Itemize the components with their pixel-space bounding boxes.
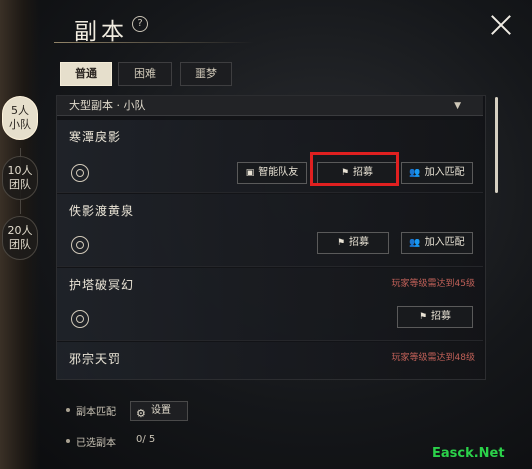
- settings-button[interactable]: ⚙ 设置: [130, 401, 188, 421]
- party-tab-5-type: 小队: [9, 118, 31, 131]
- party-tab-20-type: 团队: [9, 238, 31, 251]
- watermark: Easck.Net: [432, 446, 505, 461]
- bullet-icon: [66, 439, 70, 443]
- gear-icon: ⚙: [136, 407, 146, 420]
- party-tab-10-size: 10人: [7, 164, 33, 177]
- dungeon-badge-icon: [71, 164, 89, 182]
- chevron-down-icon: ▼: [454, 101, 461, 111]
- robot-icon: ▣: [245, 168, 255, 178]
- level-requirement: 玩家等级需达到48级: [391, 353, 475, 363]
- users-icon: 👥: [409, 168, 421, 178]
- recruit-button[interactable]: ⚑ 招募: [397, 306, 473, 328]
- flag-icon: ⚑: [336, 238, 346, 248]
- join-match-button[interactable]: 👥 加入匹配: [401, 232, 473, 254]
- party-tab-20[interactable]: 20人 团队: [2, 216, 38, 260]
- dungeon-row[interactable]: 佚影渡黄泉 ⚑ 招募 👥 加入匹配: [57, 194, 483, 267]
- party-tab-10[interactable]: 10人 团队: [2, 156, 38, 200]
- tab-normal[interactable]: 普通: [60, 62, 112, 86]
- dropdown-label: 大型副本 · 小队: [69, 99, 146, 112]
- bullet-icon: [66, 408, 70, 412]
- selected-count: 0/ 5: [136, 434, 156, 445]
- dungeon-row[interactable]: 邪宗天罚 玩家等级需达到48级: [57, 342, 483, 379]
- users-icon: 👥: [409, 238, 421, 248]
- help-icon[interactable]: ?: [132, 16, 148, 32]
- dungeon-badge-icon: [71, 236, 89, 254]
- tab-hard[interactable]: 困难: [118, 62, 172, 86]
- party-tab-5-size: 5人: [11, 104, 29, 117]
- page-title: 副本: [74, 19, 128, 45]
- dungeon-category-dropdown[interactable]: 大型副本 · 小队 ▼: [57, 96, 483, 116]
- level-requirement: 玩家等级需达到45级: [391, 279, 475, 289]
- smart-teammate-button[interactable]: ▣ 智能队友: [237, 162, 307, 184]
- flag-icon: ⚑: [418, 312, 428, 322]
- dungeon-row[interactable]: 寒潭戾影 ▣ 智能队友 ⚑ 招募 👥 加入匹配: [57, 120, 483, 193]
- dungeon-name: 护塔破冥幻: [69, 278, 135, 292]
- recruit-button[interactable]: ⚑ 招募: [317, 232, 389, 254]
- settings-label: 设置: [151, 405, 171, 416]
- dungeon-list-panel: 大型副本 · 小队 ▼ 寒潭戾影 ▣ 智能队友 ⚑ 招募 👥 加入匹配 佚影渡黄泉 ⚑…: [56, 95, 486, 380]
- dungeon-name: 邪宗天罚: [69, 352, 122, 366]
- close-icon[interactable]: [488, 12, 514, 38]
- selected-label: 已选副本: [76, 438, 116, 449]
- dungeon-name: 佚影渡黄泉: [69, 204, 135, 218]
- tab-nightmare[interactable]: 噩梦: [180, 62, 232, 86]
- dungeon-name: 寒潭戾影: [69, 130, 122, 144]
- party-tab-5[interactable]: 5人 小队: [2, 96, 38, 140]
- party-tab-10-type: 团队: [9, 178, 31, 191]
- title-divider: [54, 42, 254, 43]
- match-label: 副本匹配: [76, 407, 116, 418]
- recruit-highlight-box: [310, 152, 399, 186]
- dungeon-badge-icon: [71, 310, 89, 328]
- scrollbar[interactable]: [495, 97, 498, 193]
- dungeon-row[interactable]: 护塔破冥幻 玩家等级需达到45级 ⚑ 招募: [57, 268, 483, 341]
- party-tab-20-size: 20人: [7, 224, 33, 237]
- join-match-button[interactable]: 👥 加入匹配: [401, 162, 473, 184]
